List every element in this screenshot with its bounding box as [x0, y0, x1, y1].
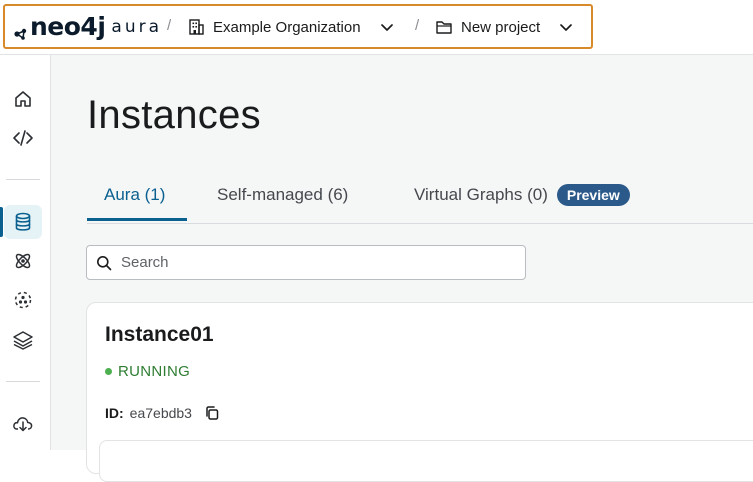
search-input[interactable]: [119, 253, 513, 272]
active-indicator: [0, 207, 3, 237]
breadcrumb-separator: /: [415, 17, 420, 34]
cloud-download-icon: [13, 417, 33, 432]
graph-dots-icon: [14, 28, 27, 40]
neo4j-aura-logo[interactable]: neo4j aura: [14, 12, 162, 42]
preview-badge: Preview: [556, 184, 630, 206]
sidebar-item-graph-analytics[interactable]: [4, 244, 42, 278]
project-selector[interactable]: New project: [435, 14, 574, 40]
tab-virtual-graphs[interactable]: Virtual Graphs (0) Preview: [414, 167, 630, 223]
sidebar: [0, 55, 51, 450]
top-bar: neo4j aura / Example Organization / New …: [0, 0, 753, 55]
status-indicator: RUNNING: [105, 363, 190, 380]
project-label: New project: [461, 18, 541, 36]
sidebar-item-instances[interactable]: [4, 205, 42, 239]
organization-label: Example Organization: [213, 18, 361, 36]
sidebar-item-download[interactable]: [4, 406, 42, 440]
instance-tabs: Aura (1) Self-managed (6) Virtual Graphs…: [87, 167, 753, 224]
instance-name: Instance01: [105, 323, 214, 346]
tab-aura[interactable]: Aura (1): [104, 167, 165, 223]
logo-product: aura: [111, 17, 163, 37]
sidebar-item-layers[interactable]: [4, 323, 42, 357]
chevron-down-icon[interactable]: [379, 19, 395, 35]
organization-selector[interactable]: Example Organization: [187, 14, 395, 40]
status-text: RUNNING: [118, 363, 191, 380]
folder-icon: [436, 21, 452, 34]
instance-details-panel: [99, 440, 753, 482]
tab-virtual-graphs-label: Virtual Graphs (0): [414, 185, 548, 204]
instance-card[interactable]: Instance01 RUNNING ID: ea7ebdb3: [86, 302, 753, 482]
search-box[interactable]: [86, 245, 526, 280]
sidebar-item-home[interactable]: [4, 82, 42, 116]
copy-icon[interactable]: [204, 405, 220, 421]
page-title: Instances: [87, 93, 261, 137]
instance-id-value: ea7ebdb3: [129, 405, 192, 421]
graph-icon: [14, 291, 32, 309]
building-icon: [189, 19, 204, 35]
logo-wordmark: neo4j: [30, 12, 106, 41]
chevron-down-icon[interactable]: [558, 19, 574, 35]
tab-self-managed[interactable]: Self-managed (6): [217, 167, 348, 223]
instance-id-row: ID: ea7ebdb3: [105, 405, 220, 421]
status-dot: [105, 368, 112, 375]
sidebar-divider: [6, 179, 40, 180]
instance-id-label: ID:: [105, 405, 124, 421]
sidebar-item-data-import[interactable]: [4, 283, 42, 317]
main-content: Instances Aura (1) Self-managed (6) Virt…: [51, 55, 753, 482]
atom-icon: [15, 253, 31, 269]
breadcrumb-separator: /: [167, 17, 172, 34]
home-icon: [15, 91, 31, 107]
search-icon: [97, 255, 112, 270]
layers-icon: [13, 331, 33, 350]
code-icon: [13, 130, 33, 146]
sidebar-divider: [6, 381, 40, 382]
sidebar-item-developer[interactable]: [4, 121, 42, 155]
active-tab-indicator: [87, 218, 187, 221]
database-icon: [15, 212, 31, 231]
